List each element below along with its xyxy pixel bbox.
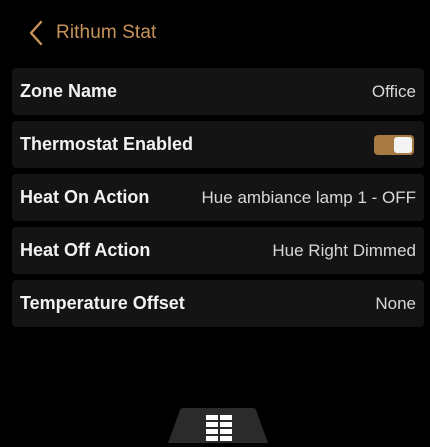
header-bar: Rithum Stat	[0, 0, 430, 66]
thermostat-enabled-label: Thermostat Enabled	[20, 134, 194, 154]
temperature-offset-value: None	[375, 293, 416, 313]
settings-list: Zone Name Office Thermostat Enabled Heat…	[12, 68, 424, 333]
zone-name-label: Zone Name	[20, 81, 118, 101]
chevron-left-icon[interactable]	[22, 17, 50, 49]
page-title: Rithum Stat	[56, 22, 157, 43]
temperature-offset-row[interactable]: Temperature Offset None	[12, 280, 424, 327]
temperature-offset-label: Temperature Offset	[20, 293, 185, 313]
heat-on-action-label: Heat On Action	[20, 187, 150, 207]
thermostat-enabled-toggle[interactable]	[374, 134, 414, 155]
thermostat-enabled-row: Thermostat Enabled	[12, 121, 424, 168]
grid-menu-icon	[205, 414, 233, 442]
bottom-menu-tab[interactable]	[168, 408, 268, 443]
heat-on-action-value: Hue ambiance lamp 1 - OFF	[201, 187, 416, 207]
heat-off-action-row[interactable]: Heat Off Action Hue Right Dimmed	[12, 227, 424, 274]
heat-off-action-value: Hue Right Dimmed	[272, 240, 416, 260]
heat-off-action-label: Heat Off Action	[20, 240, 151, 260]
zone-name-row[interactable]: Zone Name Office	[12, 68, 424, 115]
heat-on-action-row[interactable]: Heat On Action Hue ambiance lamp 1 - OFF	[12, 174, 424, 221]
zone-name-value: Office	[371, 81, 416, 101]
toggle-knob	[394, 136, 412, 153]
